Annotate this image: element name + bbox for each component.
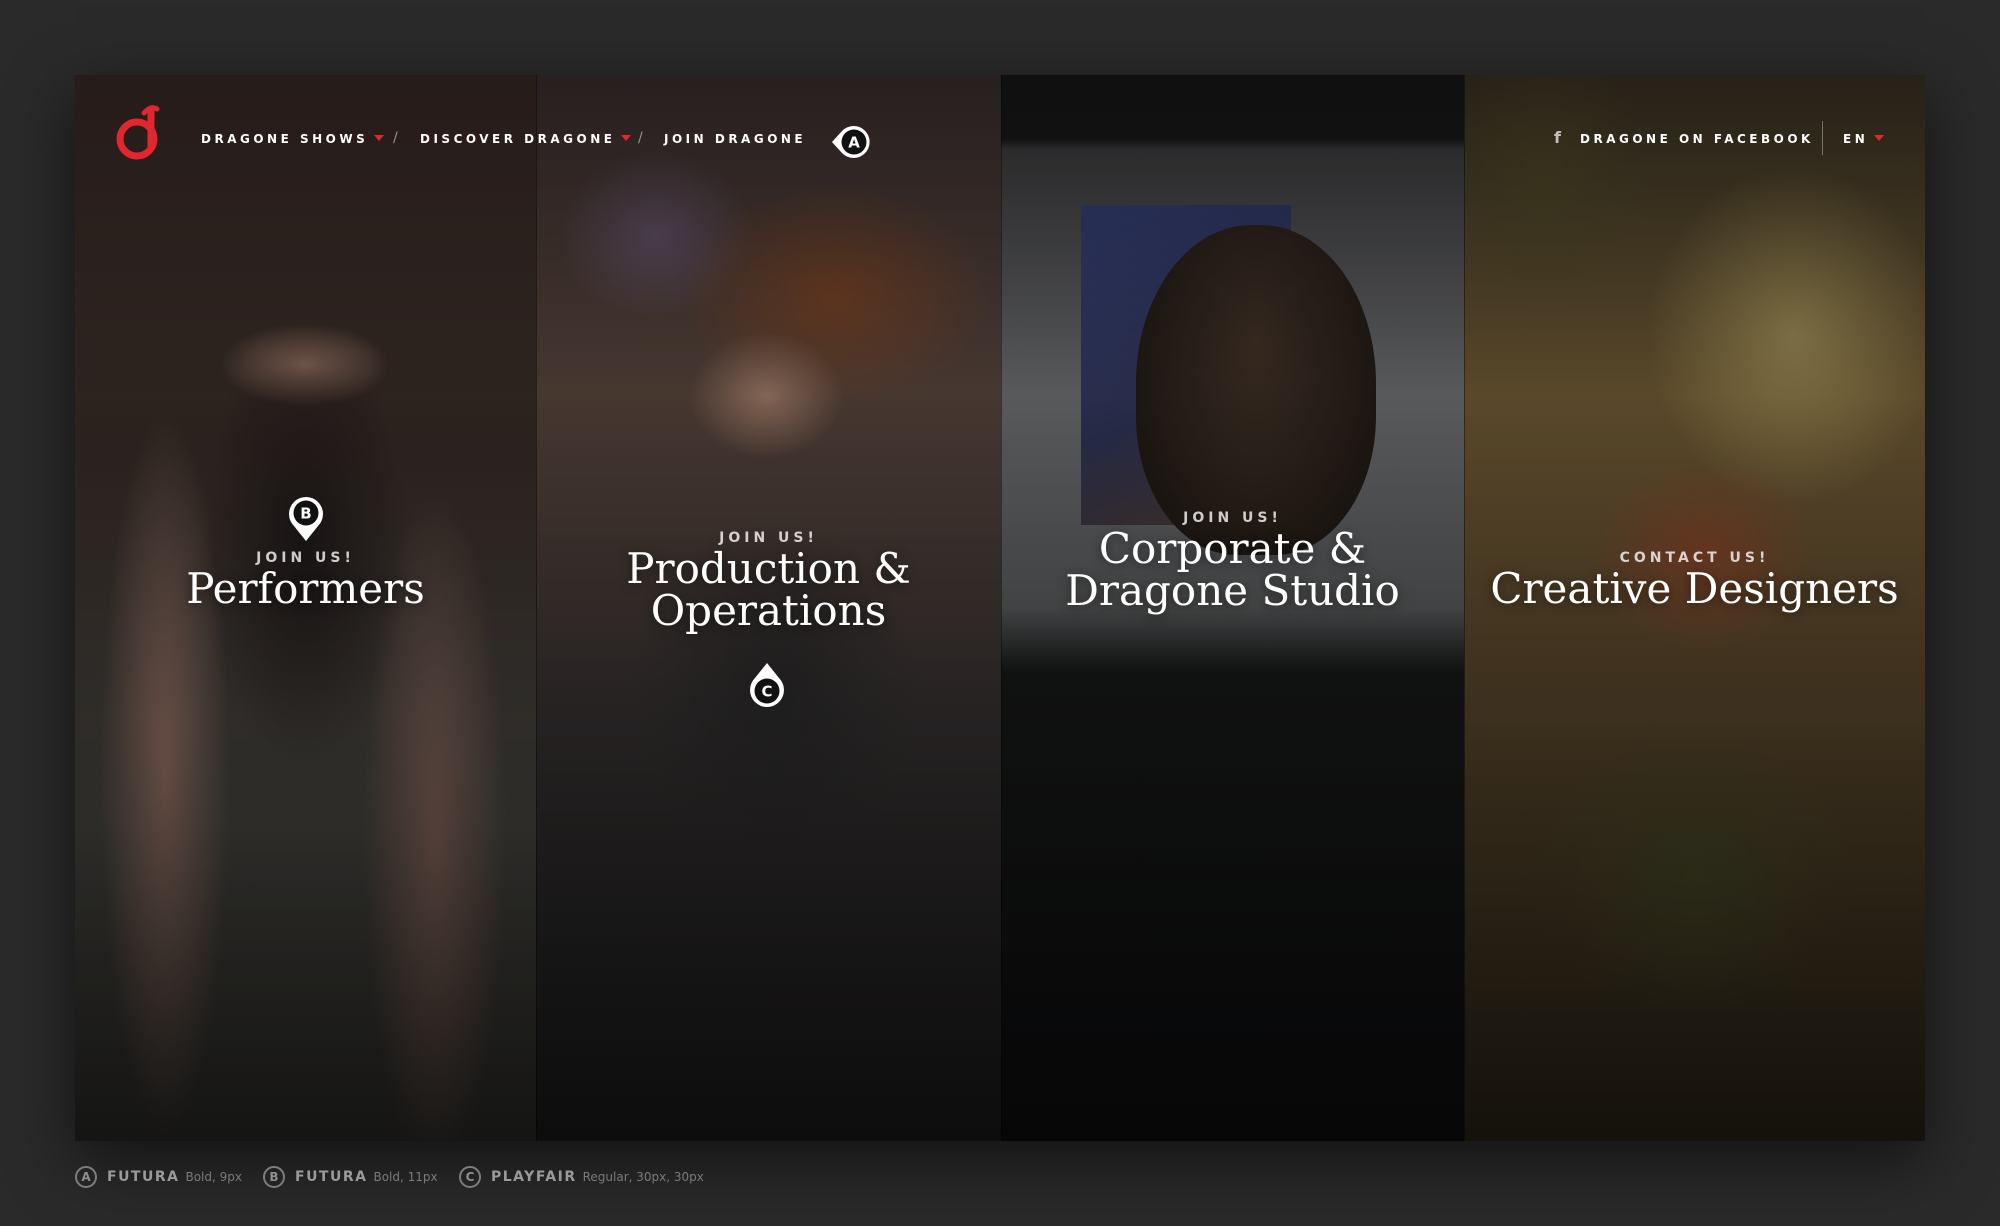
chevron-down-icon [621, 134, 632, 141]
annotation-marker-b: B [289, 496, 323, 541]
panel-divider [1464, 75, 1465, 1141]
panel-caption: JOIN US! Corporate & Dragone Studio [1001, 510, 1464, 612]
nav-discover-dragone[interactable]: DISCOVER DRAGONE [420, 132, 632, 146]
dragone-logo-icon[interactable] [111, 103, 171, 163]
panel-caption: JOIN US! Production & Operations [536, 530, 1001, 632]
panel-divider [1001, 75, 1002, 1141]
panel-title[interactable]: Creative Designers [1464, 568, 1925, 610]
nav-separator: / [638, 130, 643, 146]
annotation-marker-a: A [832, 126, 870, 158]
top-navigation: DRAGONE SHOWS / DISCOVER DRAGONE / JOIN … [75, 75, 1925, 205]
panel-divider [536, 75, 537, 1141]
panel-performers[interactable]: JOIN US! Performers [75, 75, 536, 1141]
panel-title-line1[interactable]: Corporate & [1001, 528, 1464, 570]
marker-letter: B [300, 505, 311, 523]
legend-badge: B [263, 1166, 285, 1188]
legend-badge: A [75, 1166, 97, 1188]
nav-label: JOIN DRAGONE [664, 132, 807, 146]
panel-corporate-studio[interactable]: JOIN US! Corporate & Dragone Studio [1001, 75, 1464, 1141]
legend-spec: Regular, 30px, 30px [582, 1170, 704, 1184]
legend-badge: C [459, 1166, 481, 1188]
facebook-icon[interactable]: f [1554, 128, 1561, 147]
site-frame: JOIN US! Performers JOIN US! Production … [75, 75, 1925, 1141]
panel-production-operations[interactable]: JOIN US! Production & Operations [536, 75, 1001, 1141]
legend-spec: Bold, 9px [185, 1170, 242, 1184]
annotation-marker-c: C [750, 663, 784, 708]
nav-facebook-link[interactable]: DRAGONE ON FACEBOOK [1580, 132, 1814, 146]
nav-label: DRAGONE SHOWS [201, 132, 369, 146]
nav-label: DISCOVER DRAGONE [420, 132, 616, 146]
panel-title-line2[interactable]: Dragone Studio [1001, 570, 1464, 612]
nav-separator: / [393, 130, 398, 146]
nav-join-dragone[interactable]: JOIN DRAGONE [664, 132, 806, 146]
language-label: EN [1843, 132, 1869, 146]
legend-font: FUTURA [107, 1169, 180, 1185]
marker-letter: A [848, 134, 860, 152]
panel-title[interactable]: Performers [75, 568, 536, 610]
chevron-down-icon [1874, 134, 1885, 141]
legend-spec: Bold, 11px [373, 1170, 438, 1184]
panel-caption: CONTACT US! Creative Designers [1464, 550, 1925, 610]
legend-font: FUTURA [295, 1169, 368, 1185]
language-selector[interactable]: EN [1843, 132, 1885, 146]
nav-dragone-shows[interactable]: DRAGONE SHOWS [201, 132, 385, 146]
legend-font: PLAYFAIR [491, 1169, 577, 1185]
panel-title-line1[interactable]: Production & [536, 548, 1001, 590]
chevron-down-icon [374, 134, 385, 141]
marker-letter: C [761, 683, 772, 701]
legend-item-b: B FUTURA Bold, 11px [263, 1166, 438, 1188]
legend-item-a: A FUTURA Bold, 9px [75, 1166, 242, 1188]
legend-item-c: C PLAYFAIR Regular, 30px, 30px [459, 1166, 704, 1188]
panel-creative-designers[interactable]: CONTACT US! Creative Designers [1464, 75, 1925, 1141]
nav-divider [1822, 121, 1823, 155]
panel-title-line2[interactable]: Operations [536, 590, 1001, 632]
panel-caption: JOIN US! Performers [75, 550, 536, 610]
